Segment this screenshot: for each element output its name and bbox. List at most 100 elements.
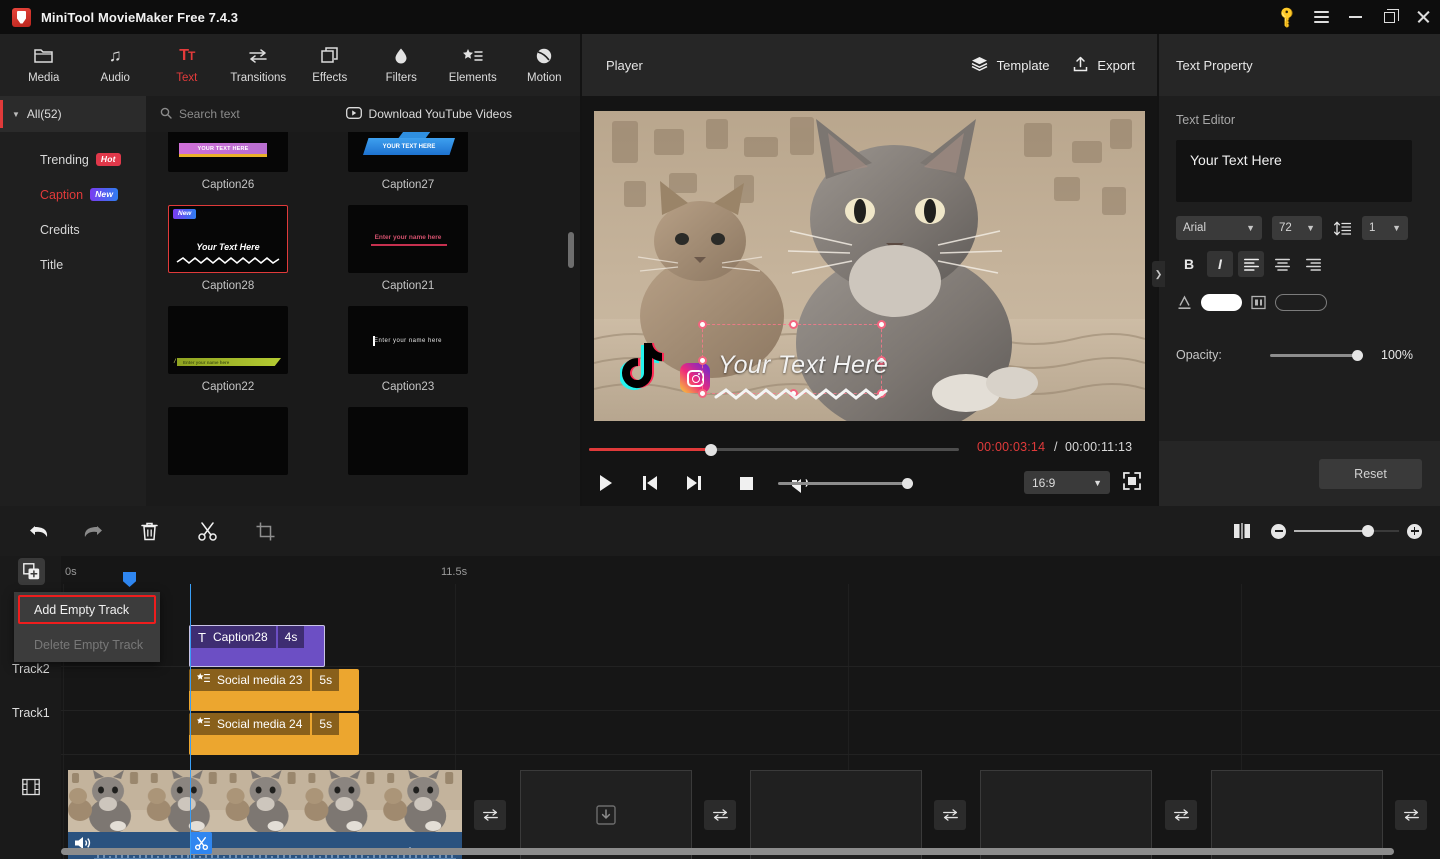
overlay-text-object[interactable]: Your Text Here	[718, 351, 888, 380]
media-placeholder-4[interactable]	[1211, 770, 1383, 859]
zoom-handle[interactable]	[1362, 524, 1374, 537]
panel-collapse-button[interactable]: ❯	[1152, 261, 1165, 287]
library-item[interactable]	[348, 407, 468, 475]
maximize-button[interactable]	[1372, 0, 1406, 34]
timeline-video-clip[interactable]	[68, 770, 462, 859]
reset-button[interactable]: Reset	[1319, 459, 1422, 489]
library-item[interactable]: New Your Text Here Caption28	[168, 205, 288, 292]
category-title[interactable]: Title	[0, 247, 146, 282]
category-trending[interactable]: Trending Hot	[0, 142, 146, 177]
font-family-select[interactable]: Arial ▼	[1176, 216, 1262, 240]
transition-slot-3[interactable]	[934, 800, 966, 830]
license-key-button[interactable]: 🔑	[1270, 0, 1304, 34]
aspect-ratio-select[interactable]: 16:9 ▼	[1024, 471, 1110, 494]
library-item-thumbnail[interactable]	[168, 407, 288, 475]
minimize-button[interactable]	[1338, 0, 1372, 34]
search-input[interactable]: Search text	[160, 107, 240, 122]
align-center-button[interactable]	[1269, 251, 1295, 277]
volume-handle[interactable]	[902, 477, 913, 489]
download-youtube-button[interactable]: Download YouTube Videos	[345, 106, 512, 122]
opacity-handle[interactable]	[1352, 349, 1363, 361]
menu-button[interactable]	[1304, 0, 1338, 34]
library-item[interactable]: Enter your name here Caption23	[348, 306, 468, 393]
library-item-thumbnail[interactable]: ★★★ YOUR TEXT HERE	[348, 132, 468, 172]
zoom-slider[interactable]	[1294, 524, 1399, 537]
library-item-thumbnail[interactable]: Enter your name here	[348, 306, 468, 374]
library-item[interactable]: ★★★ YOUR TEXT HERE Caption26	[168, 132, 288, 191]
library-item-thumbnail[interactable]	[348, 407, 468, 475]
media-placeholder-1[interactable]	[520, 770, 692, 859]
line-spacing-icon[interactable]	[1332, 220, 1352, 236]
progress-handle[interactable]	[705, 443, 717, 456]
next-frame-button[interactable]	[681, 470, 707, 496]
add-track-button[interactable]	[18, 558, 45, 585]
undo-button[interactable]	[18, 510, 60, 552]
library-scrollbar[interactable]	[568, 132, 574, 506]
zoom-in-button[interactable]	[1407, 523, 1422, 539]
timeline-clip-element-24[interactable]: Social media 24 5s	[189, 713, 359, 755]
category-credits[interactable]: Credits	[0, 212, 146, 247]
library-scrollbar-thumb[interactable]	[568, 232, 574, 268]
outline-color-swatch[interactable]	[1275, 294, 1327, 311]
progress-slider[interactable]	[589, 443, 959, 456]
media-placeholder-2[interactable]	[750, 770, 922, 859]
resize-handle-tl[interactable]	[698, 320, 707, 329]
export-button[interactable]: Export	[1073, 56, 1135, 75]
text-editor-input[interactable]: Your Text Here	[1176, 140, 1412, 202]
timeline-clip-caption[interactable]: T Caption28 4s	[189, 625, 325, 667]
library-item[interactable]: ★★★ YOUR TEXT HERE Caption27	[348, 132, 468, 191]
resize-handle-tr[interactable]	[877, 320, 886, 329]
nav-item-motion[interactable]: Motion	[509, 36, 581, 94]
resize-handle-bl[interactable]	[698, 389, 707, 398]
close-button[interactable]	[1406, 0, 1440, 34]
nav-item-text[interactable]: TT Text	[151, 36, 223, 94]
library-item-thumbnail[interactable]: Enter your name here	[348, 205, 468, 273]
timeline-scrollbar-thumb[interactable]	[61, 848, 1394, 855]
library-item-thumbnail-selected[interactable]: New Your Text Here	[168, 205, 288, 273]
zoom-out-button[interactable]	[1271, 523, 1286, 539]
library-filter-all[interactable]: ▼ All(52)	[0, 96, 146, 132]
transition-slot-2[interactable]	[704, 800, 736, 830]
nav-item-media[interactable]: Media	[8, 36, 80, 94]
fit-timeline-button[interactable]	[1231, 520, 1253, 542]
library-item[interactable]: / Enter your name here Caption22	[168, 306, 288, 393]
transition-slot-1[interactable]	[474, 800, 506, 830]
transition-slot-4[interactable]	[1165, 800, 1197, 830]
nav-item-effects[interactable]: Effects	[294, 36, 366, 94]
nav-item-elements[interactable]: Elements	[437, 36, 509, 94]
delete-button[interactable]	[128, 510, 170, 552]
fullscreen-button[interactable]	[1122, 471, 1144, 493]
volume-slider[interactable]	[778, 477, 913, 489]
previous-frame-button[interactable]	[637, 470, 663, 496]
fill-color-swatch[interactable]	[1201, 294, 1242, 311]
nav-item-filters[interactable]: Filters	[366, 36, 438, 94]
split-button[interactable]	[186, 510, 228, 552]
template-button[interactable]: Template	[971, 56, 1049, 74]
library-item[interactable]	[168, 407, 288, 475]
font-size-select[interactable]: 72 ▼	[1272, 216, 1322, 240]
play-button[interactable]	[593, 470, 619, 496]
crop-button[interactable]	[244, 510, 286, 552]
nav-item-transitions[interactable]: Transitions	[223, 36, 295, 94]
resize-handle-l[interactable]	[698, 356, 707, 365]
preview-stage[interactable]: Your Text Here	[594, 111, 1145, 421]
media-placeholder-3[interactable]	[980, 770, 1152, 859]
library-item-thumbnail[interactable]: / Enter your name here	[168, 306, 288, 374]
redo-button[interactable]	[72, 510, 114, 552]
opacity-slider[interactable]	[1270, 349, 1363, 361]
stop-button[interactable]	[733, 470, 759, 496]
resize-handle-t[interactable]	[789, 320, 798, 329]
align-right-button[interactable]	[1300, 251, 1326, 277]
timeline-horizontal-scrollbar[interactable]	[61, 848, 1436, 855]
library-item-thumbnail[interactable]: ★★★ YOUR TEXT HERE	[168, 132, 288, 172]
nav-item-audio[interactable]: ♫ Audio	[80, 36, 152, 94]
align-left-button[interactable]	[1238, 251, 1264, 277]
transition-slot-5[interactable]	[1395, 800, 1427, 830]
category-caption[interactable]: Caption New	[0, 177, 146, 212]
timeline-clip-element-23[interactable]: Social media 23 5s	[189, 669, 359, 711]
italic-button[interactable]: I	[1207, 251, 1233, 277]
library-item[interactable]: Enter your name here Caption21	[348, 205, 468, 292]
bold-button[interactable]: B	[1176, 251, 1202, 277]
split-marker-button[interactable]	[190, 832, 212, 854]
timeline-ruler[interactable]: 0s 11.5s	[61, 556, 1440, 584]
